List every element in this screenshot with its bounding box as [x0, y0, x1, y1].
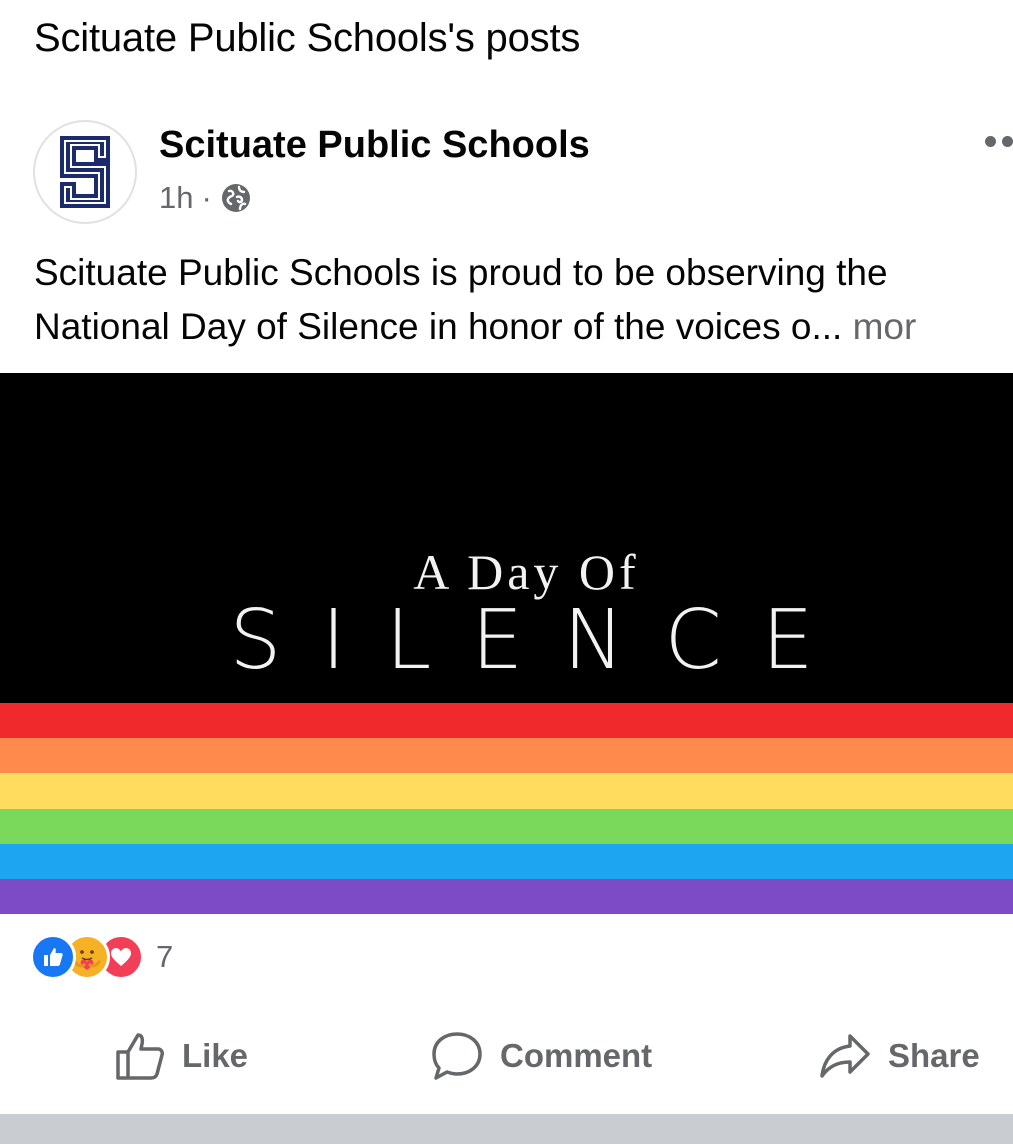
post-actions: Like Comment Share — [0, 1020, 1013, 1092]
reaction-summary[interactable]: 7 — [30, 934, 173, 980]
page-title: Scituate Public Schools's posts — [34, 16, 581, 60]
thumbs-up-icon — [116, 1033, 164, 1080]
post-meta: 1h · — [159, 180, 252, 216]
more-options-icon[interactable] — [985, 136, 1013, 147]
rainbow-stripe — [0, 843, 1013, 880]
comment-label: Comment — [500, 1037, 653, 1074]
share-button[interactable]: Share — [818, 1020, 980, 1092]
like-button[interactable]: Like — [114, 1020, 248, 1092]
post-text-line-2: National Day of Silence in honor of the … — [34, 306, 917, 347]
avatar[interactable] — [33, 120, 137, 224]
post-text-line-1: Scituate Public Schools is proud to be o… — [34, 252, 888, 293]
rainbow-stripe — [0, 703, 1013, 739]
rainbow-stripe — [0, 738, 1013, 775]
post-header: Scituate Public Schools 1h · — [0, 118, 1013, 228]
comment-button[interactable]: Comment — [430, 1020, 652, 1092]
like-label: Like — [182, 1037, 249, 1074]
post-separator — [0, 1114, 1013, 1144]
comment-icon — [432, 1032, 482, 1080]
reaction-count[interactable]: 7 — [156, 939, 173, 975]
rainbow-stripe — [0, 878, 1013, 914]
meta-separator: · — [201, 180, 212, 215]
school-logo-icon — [60, 136, 110, 208]
globe-icon — [221, 184, 250, 212]
image-title: SILENCE — [229, 593, 854, 688]
see-more-link[interactable]: mor — [842, 306, 917, 347]
post-image[interactable]: A Day Of SILENCE — [0, 373, 1013, 914]
rainbow-stripe — [0, 808, 1013, 845]
share-label: Share — [888, 1037, 980, 1074]
post-time[interactable]: 1h — [159, 180, 193, 216]
author-name[interactable]: Scituate Public Schools — [159, 124, 590, 167]
rainbow-stripe — [0, 773, 1013, 810]
like-icon — [30, 934, 76, 980]
post-text: Scituate Public Schools is proud to be o… — [34, 246, 1013, 354]
share-icon — [820, 1034, 870, 1078]
